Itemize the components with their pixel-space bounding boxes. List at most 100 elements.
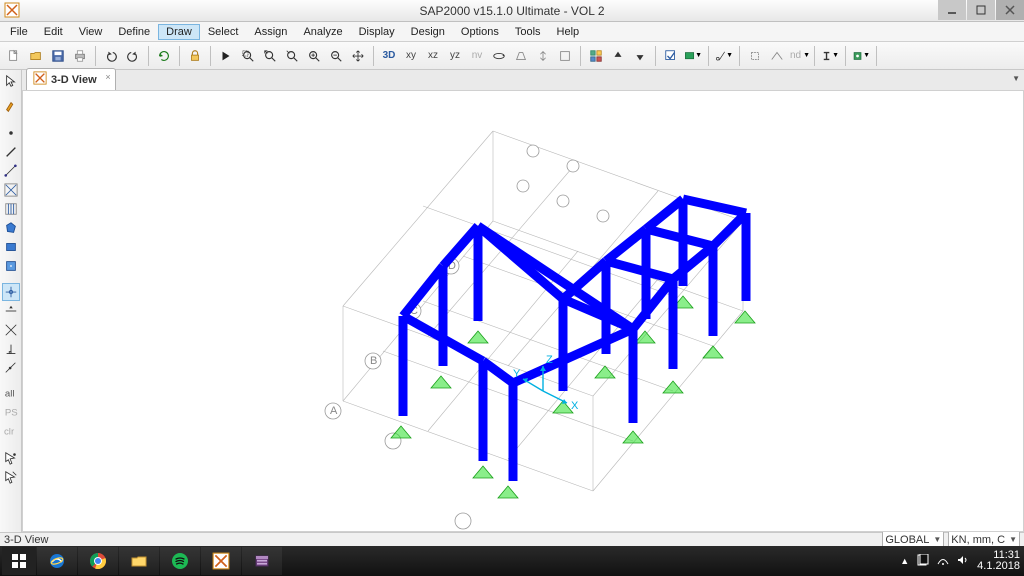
tray-volume-icon[interactable] (957, 554, 969, 569)
refresh-button[interactable] (154, 46, 174, 66)
move-up-button[interactable] (608, 46, 628, 66)
taskbar-chrome-button[interactable] (78, 547, 118, 575)
svg-text:clr: clr (4, 427, 15, 438)
assign-button[interactable]: ▼ (851, 46, 871, 66)
view-tab-strip: 3-D View × ▼ (22, 70, 1024, 90)
draw-frame-button[interactable] (2, 143, 20, 161)
restore-full-view-button[interactable] (260, 46, 280, 66)
menu-display[interactable]: Display (351, 24, 403, 40)
zoom-in-button[interactable] (304, 46, 324, 66)
svg-text:PS: PS (4, 408, 17, 419)
menu-edit[interactable]: Edit (36, 24, 71, 40)
rotate-3d-button[interactable] (489, 46, 509, 66)
previous-zoom-button[interactable] (282, 46, 302, 66)
draw-special-joint-button[interactable] (2, 124, 20, 142)
save-button[interactable] (48, 46, 68, 66)
menu-tools[interactable]: Tools (507, 24, 549, 40)
menu-assign[interactable]: Assign (246, 24, 295, 40)
special-joint-button[interactable] (745, 46, 765, 66)
show-grid-button[interactable]: ▼ (683, 46, 703, 66)
view-yz-button[interactable]: yz (445, 46, 465, 66)
tab-overflow-icon[interactable]: ▼ (1012, 74, 1020, 83)
view-tab-3d[interactable]: 3-D View × (26, 68, 116, 90)
tray-show-hidden-icon[interactable]: ▲ (900, 556, 909, 566)
status-bar: 3-D View GLOBAL▼ KN, mm, C▼ (0, 532, 1024, 546)
pan-button[interactable] (348, 46, 368, 66)
windows-taskbar: ▲ 11:31 4.1.2018 (0, 546, 1024, 576)
tray-network-icon[interactable] (937, 554, 949, 569)
quick-draw-braces-button[interactable] (2, 181, 20, 199)
print-button[interactable] (70, 46, 90, 66)
move-down-button[interactable] (630, 46, 650, 66)
named-view-button[interactable]: nv (467, 46, 487, 66)
section-i-button[interactable]: ▼ (820, 46, 840, 66)
perspective-button[interactable] (511, 46, 531, 66)
quick-draw-secondary-beams-button[interactable] (2, 200, 20, 218)
open-button[interactable] (26, 46, 46, 66)
tab-label: 3-D View (51, 74, 97, 86)
menu-options[interactable]: Options (453, 24, 507, 40)
menu-help[interactable]: Help (549, 24, 588, 40)
all-button[interactable]: all (2, 385, 20, 403)
window-title: SAP2000 v15.1.0 Ultimate - VOL 2 (420, 4, 605, 18)
new-model-button[interactable] (4, 46, 24, 66)
lock-button[interactable] (185, 46, 205, 66)
view-3d-button[interactable]: 3D (379, 46, 399, 66)
shrink-button[interactable] (533, 46, 553, 66)
menu-design[interactable]: Design (403, 24, 453, 40)
model-3d-canvas[interactable]: ABCD (22, 90, 1024, 532)
taskbar-ie-button[interactable] (37, 547, 77, 575)
tray-action-center-icon[interactable] (917, 554, 929, 569)
title-bar: SAP2000 v15.1.0 Ultimate - VOL 2 (0, 0, 1024, 22)
snap-to-lines-button[interactable] (2, 359, 20, 377)
reshape-button[interactable] (2, 98, 20, 116)
window-controls (937, 0, 1024, 20)
draw-rect-area-button[interactable] (2, 238, 20, 256)
pointer-button[interactable] (2, 72, 20, 90)
svg-text:B: B (370, 355, 377, 367)
view-xy-button[interactable]: xy (401, 46, 421, 66)
start-button[interactable] (2, 547, 36, 575)
menu-file[interactable]: File (2, 24, 36, 40)
view-xz-button[interactable]: xz (423, 46, 443, 66)
minimize-button[interactable] (938, 0, 966, 20)
menu-analyze[interactable]: Analyze (295, 24, 350, 40)
zoom-out-button[interactable] (326, 46, 346, 66)
undo-button[interactable] (101, 46, 121, 66)
snap-to-points-button[interactable] (2, 283, 20, 301)
taskbar-winrar-button[interactable] (242, 547, 282, 575)
snap-to-midpoints-button[interactable] (2, 302, 20, 320)
point-select-button[interactable] (2, 449, 20, 467)
clr-button[interactable]: clr (2, 423, 20, 441)
run-analysis-button[interactable] (216, 46, 236, 66)
quick-draw-area-button[interactable] (2, 257, 20, 275)
maximize-button[interactable] (967, 0, 995, 20)
extrude-check-button[interactable] (661, 46, 681, 66)
object-fill-button[interactable] (555, 46, 575, 66)
system-clock[interactable]: 11:31 4.1.2018 (977, 550, 1020, 572)
menu-select[interactable]: Select (200, 24, 247, 40)
snap-to-perpendicular-button[interactable] (2, 340, 20, 358)
taskbar-explorer-button[interactable] (119, 547, 159, 575)
frame-button[interactable] (767, 46, 787, 66)
named-display-button[interactable]: nd▼ (789, 46, 809, 66)
ps-button[interactable]: PS (2, 404, 20, 422)
status-view-label: 3-D View (4, 534, 48, 546)
close-button[interactable] (996, 0, 1024, 20)
menu-view[interactable]: View (71, 24, 111, 40)
quick-draw-frame-button[interactable] (2, 162, 20, 180)
draw-poly-area-button[interactable] (2, 219, 20, 237)
menu-define[interactable]: Define (110, 24, 158, 40)
redo-button[interactable] (123, 46, 143, 66)
tab-close-icon[interactable]: × (105, 72, 110, 82)
snap-to-intersections-button[interactable] (2, 321, 20, 339)
app-icon (4, 2, 20, 18)
line-select-button[interactable] (2, 468, 20, 486)
rubber-band-zoom-button[interactable] (238, 46, 258, 66)
taskbar-spotify-button[interactable] (160, 547, 200, 575)
svg-text:A: A (330, 405, 338, 417)
menu-draw[interactable]: Draw (158, 24, 200, 40)
snap-options-button[interactable]: ▼ (714, 46, 734, 66)
set-elements-button[interactable] (586, 46, 606, 66)
taskbar-sap2000-button[interactable] (201, 547, 241, 575)
